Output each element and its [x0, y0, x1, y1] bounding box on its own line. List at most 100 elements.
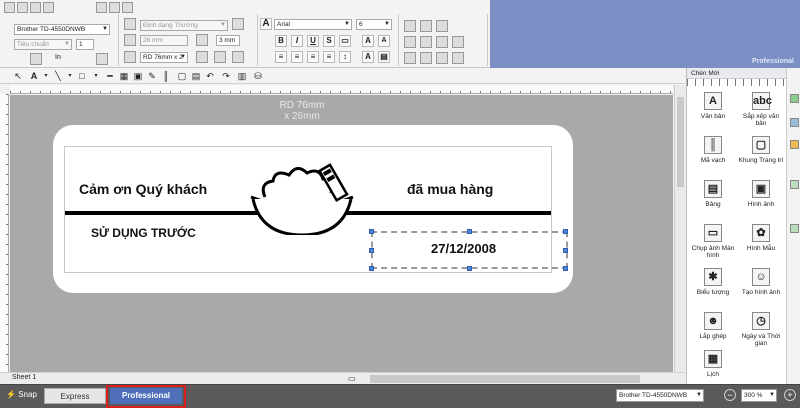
- barcode-tool-icon[interactable]: ║: [160, 70, 172, 82]
- print-icon[interactable]: [43, 2, 54, 13]
- vertical-scrollbar[interactable]: [674, 85, 685, 372]
- insert-frame-button[interactable]: ▢ Khung Trang trí: [737, 134, 785, 178]
- resize-handle[interactable]: [563, 229, 568, 234]
- insert-text-button[interactable]: A Văn bản: [689, 90, 737, 134]
- side-tab-image-icon[interactable]: [790, 224, 799, 233]
- undo-icon[interactable]: ↶: [204, 70, 216, 82]
- resize-handle[interactable]: [369, 229, 374, 234]
- frame-tool-icon[interactable]: ▢: [176, 70, 188, 82]
- print-button[interactable]: In: [55, 54, 61, 61]
- insert-date-time-button[interactable]: ◷ Ngày và Thời gian: [737, 310, 785, 354]
- style-edit-icon[interactable]: [232, 18, 244, 30]
- grow-font-icon[interactable]: A: [362, 35, 374, 47]
- vertical-scroll-thumb[interactable]: [677, 97, 684, 187]
- resize-handle[interactable]: [467, 229, 472, 234]
- database-tool-icon[interactable]: ⛁: [252, 70, 264, 82]
- table-tool-icon[interactable]: ▤: [190, 70, 202, 82]
- font-size-select[interactable]: 6 ▼: [356, 19, 392, 30]
- resize-handle[interactable]: [563, 266, 568, 271]
- copies-input[interactable]: 1: [76, 39, 94, 50]
- clipart-tool-icon[interactable]: ✎: [146, 70, 158, 82]
- text-tool-icon[interactable]: A: [28, 70, 40, 82]
- open-icon[interactable]: [17, 2, 28, 13]
- sheet-tab[interactable]: Sheet 1: [12, 374, 36, 381]
- database-icon[interactable]: [109, 2, 120, 13]
- snap-toggle[interactable]: ⚡ Snap: [6, 390, 37, 399]
- thanks-text[interactable]: Cảm ơn Quý khách: [79, 181, 207, 197]
- shrink-font-icon[interactable]: A: [378, 35, 390, 47]
- line-style-icon[interactable]: ━: [104, 70, 116, 82]
- bowl-clipart[interactable]: [247, 153, 357, 235]
- media-icon[interactable]: [124, 51, 136, 63]
- label-tape[interactable]: Cảm ơn Quý khách đã mua hàng SỬ DỤNG TRƯ…: [53, 125, 573, 293]
- text-tool-dropdown-icon[interactable]: ▾: [40, 70, 52, 82]
- side-tab-insert-icon[interactable]: [790, 94, 799, 103]
- media-select[interactable]: RD 76mm x 2 ▼: [140, 52, 188, 63]
- space-icon[interactable]: [420, 52, 432, 64]
- side-tab-object-icon[interactable]: [790, 180, 799, 189]
- distribute-icon[interactable]: [420, 20, 432, 32]
- size-icon[interactable]: [404, 52, 416, 64]
- zoom-out-button[interactable]: −: [724, 389, 736, 401]
- italic-button[interactable]: I: [291, 35, 303, 47]
- bold-button[interactable]: B: [275, 35, 287, 47]
- shape-tool-dropdown-icon[interactable]: ▾: [90, 70, 102, 82]
- orientation-icon[interactable]: [196, 51, 208, 63]
- insert-arrange-text-button[interactable]: abc Sắp xếp văn bản: [737, 90, 785, 134]
- paper-icon[interactable]: [232, 51, 244, 63]
- select-arrow-icon[interactable]: ↖: [12, 70, 24, 82]
- layout-icon[interactable]: [96, 2, 107, 13]
- date-text[interactable]: 27/12/2008: [431, 241, 496, 256]
- save-icon[interactable]: [30, 2, 41, 13]
- express-mode-tab[interactable]: Express: [44, 388, 106, 404]
- side-tab-properties-icon[interactable]: [790, 118, 799, 127]
- vertical-text-icon[interactable]: ↕: [339, 51, 351, 63]
- margin-input[interactable]: 3 mm: [216, 35, 240, 46]
- printer-status-select[interactable]: Brother TD-4550DNWB ▼: [616, 389, 704, 402]
- rotate-icon[interactable]: [436, 36, 448, 48]
- order-icon[interactable]: [436, 20, 448, 32]
- use-before-text[interactable]: SỬ DỤNG TRƯỚC: [91, 226, 196, 240]
- redo-icon[interactable]: ↷: [220, 70, 232, 82]
- horizontal-scroll-thumb[interactable]: [370, 375, 640, 383]
- insert-barcode-button[interactable]: ║ Mã vạch: [689, 134, 737, 178]
- zoom-select[interactable]: 300 % ▼: [741, 389, 777, 402]
- transfer-icon[interactable]: [122, 2, 133, 13]
- shape-tool-icon[interactable]: □: [76, 70, 88, 82]
- align-center-icon[interactable]: ≡: [291, 51, 303, 63]
- text-color-icon[interactable]: ▤: [378, 51, 390, 63]
- insert-symbol-button[interactable]: ✱ Biểu tượng: [689, 266, 737, 310]
- printer-select[interactable]: Brother TD-4550DNWB ▼: [14, 24, 110, 35]
- resize-handle[interactable]: [369, 248, 374, 253]
- align-right-icon[interactable]: ≡: [307, 51, 319, 63]
- properties-icon[interactable]: ▥: [236, 70, 248, 82]
- resize-handle[interactable]: [563, 248, 568, 253]
- insert-make-image-button[interactable]: ☺ Tạo hình ảnh: [737, 266, 785, 310]
- ungroup-icon[interactable]: [420, 36, 432, 48]
- new-icon[interactable]: [4, 2, 15, 13]
- underline-button[interactable]: U: [307, 35, 319, 47]
- date-text-selection[interactable]: 27/12/2008: [369, 229, 568, 271]
- comment-icon[interactable]: ▭: [348, 374, 356, 383]
- insert-screen-capture-button[interactable]: ▭ Chụp ảnh Màn hình: [689, 222, 737, 266]
- margin-icon[interactable]: [196, 34, 208, 46]
- insert-table-button[interactable]: ▤ Bảng: [689, 178, 737, 222]
- orientation-alt-icon[interactable]: [214, 51, 226, 63]
- layout-canvas[interactable]: RD 76mm x 26mm Cảm ơn Quý khách đã mua h…: [10, 95, 673, 372]
- align-objects-icon[interactable]: [404, 20, 416, 32]
- lock-icon[interactable]: [436, 52, 448, 64]
- resize-handle[interactable]: [467, 266, 472, 271]
- length-input[interactable]: 26 mm: [140, 35, 188, 46]
- strikethrough-icon[interactable]: S: [323, 35, 335, 47]
- align-left-icon[interactable]: ≡: [275, 51, 287, 63]
- line-tool-dropdown-icon[interactable]: ▾: [64, 70, 76, 82]
- layout-style-icon[interactable]: [124, 18, 136, 30]
- font-select[interactable]: Arial ▼: [274, 19, 352, 30]
- flip-icon[interactable]: [452, 36, 464, 48]
- insert-clip-art-button[interactable]: ✿ Hình Mẫu: [737, 222, 785, 266]
- resize-handle[interactable]: [369, 266, 374, 271]
- length-icon[interactable]: [124, 34, 136, 46]
- group-icon[interactable]: [404, 36, 416, 48]
- insert-image-button[interactable]: ▣ Hình ảnh: [737, 178, 785, 222]
- snap-icon[interactable]: [452, 52, 464, 64]
